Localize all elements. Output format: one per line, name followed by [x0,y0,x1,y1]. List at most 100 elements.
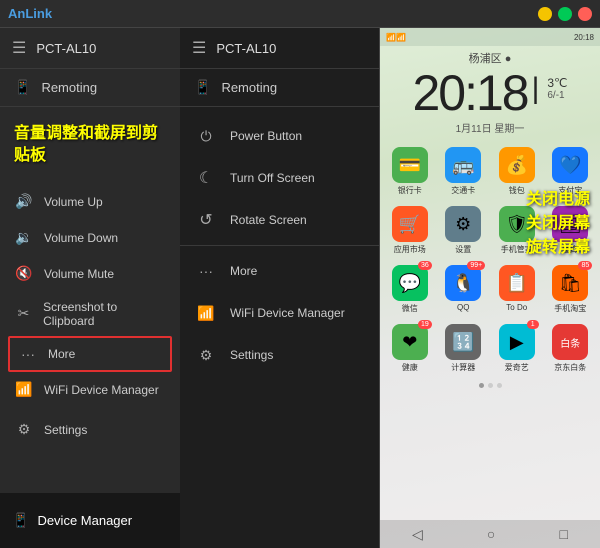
phone-date: 1月11日 星期一 [380,120,600,135]
app-icon-appstore[interactable]: 🛒 应用市场 [384,202,436,259]
device-manager-icon: 📱 [12,512,29,529]
device-manager-label: 📱 Device Manager [0,493,180,548]
middle-panel: ☰ PCT-AL10 📱 Remoting ⏻ Power Button ☾ T… [180,28,380,548]
app-icon-yinhangka[interactable]: 💳 银行卡 [384,143,436,200]
app-logo: AnLink [8,6,52,21]
middle-menu-more[interactable]: ··· More [180,250,379,292]
app-icon-img-appstore: 🛒 [392,206,428,242]
menu-item-volume-down[interactable]: 🔉 Volume Down [0,220,180,256]
phone-icon: 📱 [14,79,31,96]
app-icon-todo[interactable]: 📋 To Do [491,261,543,318]
middle-wifi-icon: 📶 [194,301,218,325]
app-label-yinhangka: 银行卡 [398,185,422,196]
temperature: 3℃ [547,76,567,90]
nav-back-button[interactable]: ◁ [412,526,423,543]
middle-hamburger-icon[interactable]: ☰ [192,38,206,58]
taobao-badge: 85 [578,261,592,270]
menu-item-volume-mute[interactable]: 🔇 Volume Mute [0,256,180,292]
app-label-qq: QQ [457,303,469,312]
app-icon-jingdong[interactable]: 白条 京东白条 [545,320,597,377]
annotation-text-cn: 音量调整和截屏到剪贴板 [14,123,166,168]
app-icon-taobao[interactable]: 🛍 85 手机淘宝 [545,261,597,318]
app-icon-iqiyi[interactable]: ▶ 1 爱奇艺 [491,320,543,377]
app-label-guanjia: 手机管家 [501,244,533,255]
app-icon-jisuanqi[interactable]: 🔢 计算器 [438,320,490,377]
jiankang-badge: 19 [418,320,432,329]
pipe-divider: | [532,74,540,104]
volume-up-label: Volume Up [44,195,103,209]
app-label-iqiyi: 爱奇艺 [505,362,529,373]
nav-home-button[interactable]: ○ [487,526,495,542]
phone-time-display: 20:18 [412,68,527,118]
app-icon-img-qq: 🐧 99+ [445,265,481,301]
sidebar-remoting-label: Remoting [41,80,97,95]
sidebar-header: ☰ PCT-AL10 [0,28,180,69]
phone-time-weather: 20:18 | 3℃ 6/-1 [380,68,600,118]
app-icon-weixin[interactable]: 💬 36 微信 [384,261,436,318]
hamburger-icon[interactable]: ☰ [12,38,26,58]
app-icon-jiaotongka[interactable]: 🚌 交通卡 [438,143,490,200]
more-label: More [48,347,75,361]
app-icon-guanjia[interactable]: 🛡 手机管家 [491,202,543,259]
menu-item-screenshot[interactable]: ✂ Screenshot to Clipboard [0,292,180,336]
menu-item-settings[interactable]: ⚙ Settings [0,412,180,448]
middle-menu-power-button[interactable]: ⏻ Power Button [180,115,379,157]
app-icon-img-iqiyi: ▶ 1 [499,324,535,360]
turn-off-screen-icon: ☾ [194,166,218,190]
more-icon: ··· [18,344,38,364]
volume-down-label: Volume Down [44,231,118,245]
settings-label: Settings [44,423,87,437]
nav-recent-button[interactable]: □ [559,526,567,542]
app-label-weixin: 微信 [402,303,418,314]
power-button-label: Power Button [230,129,302,143]
sidebar: ☰ PCT-AL10 📱 Remoting 音量调整和截屏到剪贴板 🔊 Volu… [0,28,180,548]
middle-menu-rotate-screen[interactable]: ↺ Rotate Screen [180,199,379,241]
app-icon-img-jisuanqi: 🔢 [445,324,481,360]
app-icon-img-weixin: 💬 36 [392,265,428,301]
menu-separator [180,245,379,246]
middle-header: ☰ PCT-AL10 [180,28,379,69]
middle-more-label: More [230,264,257,278]
maximize-button[interactable] [558,7,572,21]
app-label-jiankang: 健康 [402,362,418,373]
phone-signal-icons: 📶📶 [386,33,406,42]
app-label-jisuanqi: 计算器 [451,362,475,373]
menu-item-volume-up[interactable]: 🔊 Volume Up [0,184,180,220]
middle-menu-wifi-device-manager[interactable]: 📶 WiFi Device Manager [180,292,379,334]
sidebar-device-title: PCT-AL10 [36,41,96,56]
app-label-todo: To Do [506,303,527,312]
app-icon-shezhi[interactable]: ⚙ 设置 [438,202,490,259]
sidebar-menu: 🔊 Volume Up 🔉 Volume Down 🔇 Volume Mute … [0,184,180,448]
close-button[interactable] [578,7,592,21]
minimize-button[interactable] [538,7,552,21]
app-icon-img-todo: 📋 [499,265,535,301]
iqiyi-badge: 1 [527,320,539,329]
phone-status-bar: 📶📶 20:18 [380,28,600,46]
middle-remoting-label: Remoting [221,80,277,95]
middle-remoting: 📱 Remoting [180,69,379,107]
menu-item-more[interactable]: ··· More [8,336,172,372]
screenshot-icon: ✂ [14,304,33,324]
dot-1 [479,383,484,388]
middle-device-title: PCT-AL10 [216,41,276,56]
app-icon-jiankang[interactable]: ❤ 19 健康 [384,320,436,377]
app-icon-qq[interactable]: 🐧 99+ QQ [438,261,490,318]
app-icon-img-shezhi: ⚙ [445,206,481,242]
app-icon-tuku[interactable]: 🖼 图库 [545,202,597,259]
weixin-badge: 36 [418,261,432,270]
volume-down-icon: 🔉 [14,228,34,248]
app-label-jiaotongka: 交通卡 [451,185,475,196]
middle-phone-icon: 📱 [194,79,211,96]
app-icon-img-zhifubao: 💙 [552,147,588,183]
middle-menu-settings[interactable]: ⚙ Settings [180,334,379,376]
app-icon-zhifubao[interactable]: 💙 支付宝 [545,143,597,200]
middle-menu-turn-off-screen[interactable]: ☾ Turn Off Screen [180,157,379,199]
app-icon-img-jingdong: 白条 [552,324,588,360]
title-bar: AnLink [0,0,600,28]
menu-item-wifi-device-manager[interactable]: 📶 WiFi Device Manager [0,372,180,408]
app-label-zhifubao: 支付宝 [558,185,582,196]
app-icon-qianbao[interactable]: 💰 钱包 [491,143,543,200]
main-container: ☰ PCT-AL10 📱 Remoting 音量调整和截屏到剪贴板 🔊 Volu… [0,28,600,548]
device-manager-text: Device Manager [37,513,132,528]
power-button-icon: ⏻ [194,124,218,148]
